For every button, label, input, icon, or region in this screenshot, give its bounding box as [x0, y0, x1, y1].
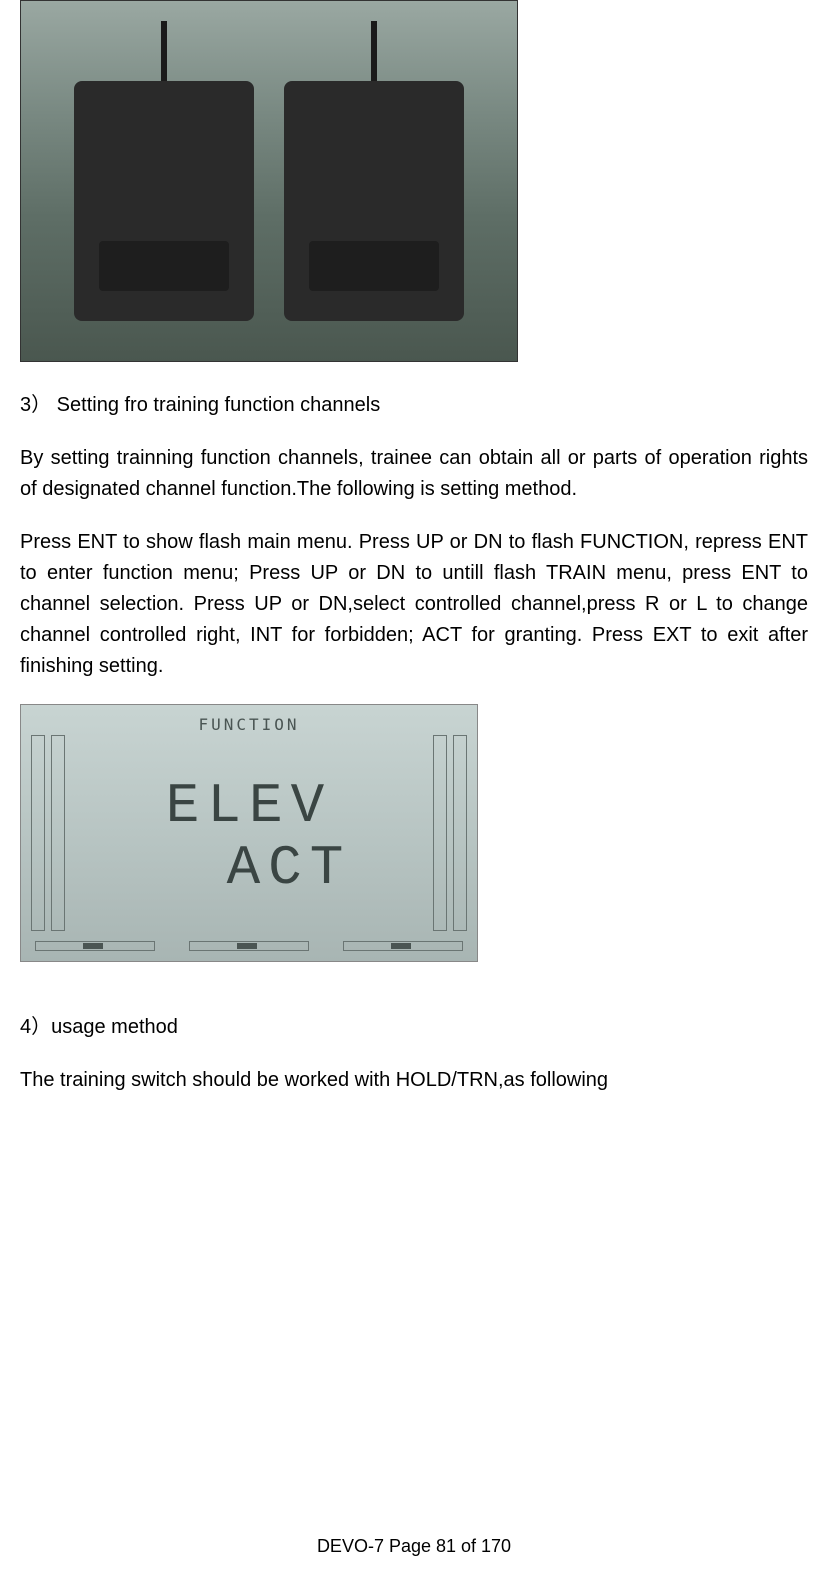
lcd-left-bar2-icon	[51, 735, 65, 931]
figure-transmitters	[20, 0, 518, 362]
section4-heading: 4）usage method	[20, 1012, 808, 1043]
lcd-right-bar-icon	[453, 735, 467, 931]
lcd-main-display: ELEV ACT	[35, 734, 463, 941]
lcd-line2: ACT	[227, 838, 352, 900]
lcd-line1: ELEV	[166, 776, 332, 838]
lcd-bottom-bar-center-icon	[189, 941, 309, 951]
figure-lcd-screen: FUNCTION ELEV ACT	[20, 704, 478, 962]
transmitter-right-illustration	[284, 81, 464, 321]
lcd-bottom-bar-left-icon	[35, 941, 155, 951]
transmitter-left-illustration	[74, 81, 254, 321]
lcd-left-bar-icon	[31, 735, 45, 931]
lcd-right-bar2-icon	[433, 735, 447, 931]
page-footer: DEVO-7 Page 81 of 170	[0, 1536, 828, 1557]
section4-para1: The training switch should be worked wit…	[20, 1065, 808, 1096]
lcd-bottom-bar-right-icon	[343, 941, 463, 951]
lcd-top-label: FUNCTION	[35, 715, 463, 734]
section3-heading: 3） Setting fro training function channel…	[20, 390, 808, 421]
lcd-bottom-bars	[35, 941, 463, 951]
section3-para1: By setting trainning function channels, …	[20, 443, 808, 505]
section3-para2: Press ENT to show flash main menu. Press…	[20, 527, 808, 682]
